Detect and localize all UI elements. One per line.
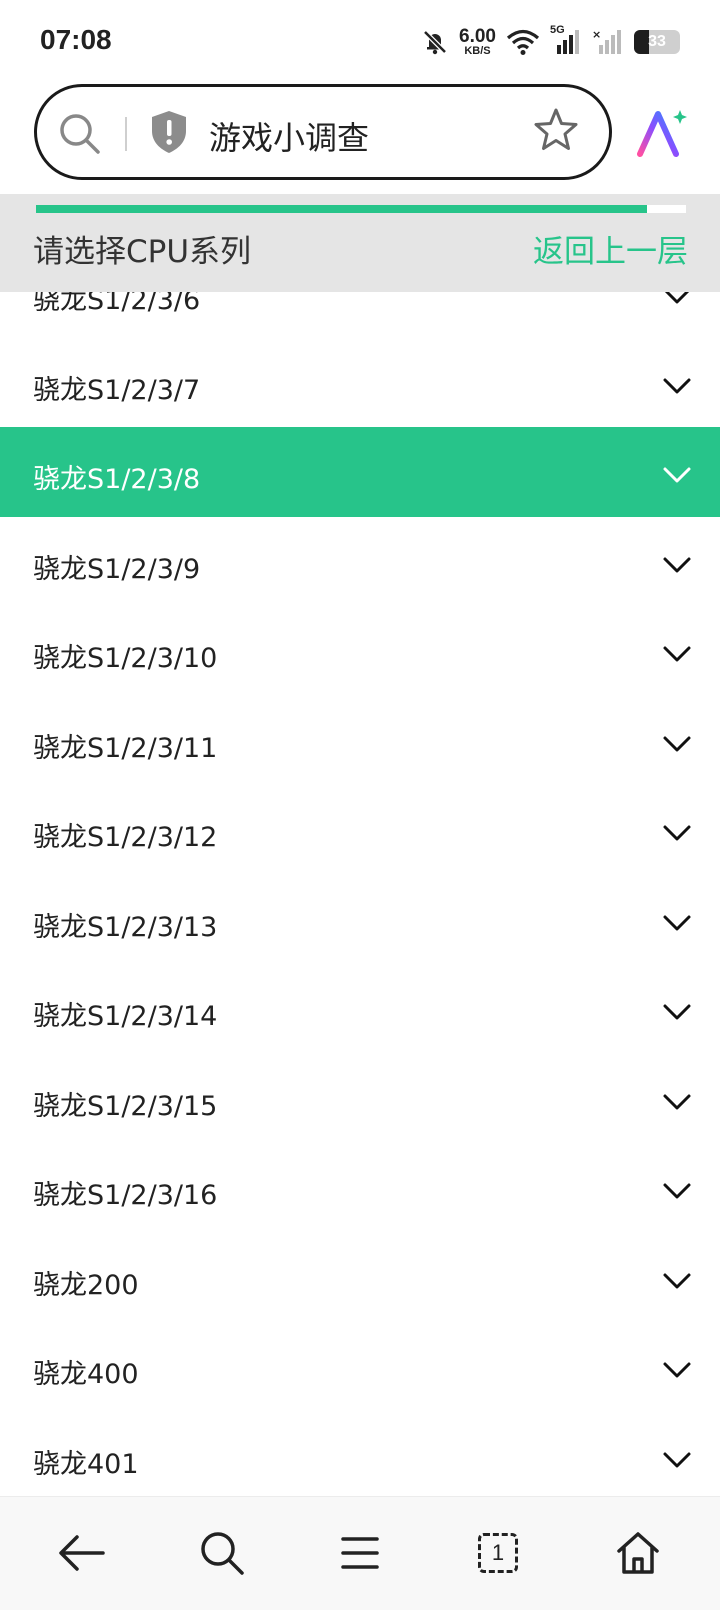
status-bar: 07:08 6.00 KB/S 5G × 33 (0, 0, 720, 84)
list-item[interactable]: 骁龙S1/2/3/11 (0, 695, 720, 785)
list-item-label: 骁龙S1/2/3/13 (33, 911, 218, 943)
list-item[interactable]: 骁龙200 (0, 1232, 720, 1322)
svg-text:×: × (592, 28, 601, 41)
list-item-label: 骁龙S1/2/3/10 (33, 643, 218, 674)
progress-fill (36, 205, 647, 213)
chevron-down-icon (663, 1273, 691, 1288)
chevron-down-icon (663, 915, 691, 930)
net-speed-value: 6.00 (459, 26, 496, 47)
list-item-label: 骁龙S1/2/3/14 (33, 1001, 218, 1032)
list-item[interactable]: 骁龙S1/2/3/12 (0, 785, 720, 875)
nav-search-button[interactable] (192, 1525, 252, 1581)
page-title[interactable]: 游戏小调查 (209, 113, 369, 159)
address-bar[interactable]: 游戏小调查 (34, 84, 612, 180)
progress-bar (36, 205, 686, 213)
list-item-label: 骁龙S1/2/3/7 (33, 374, 201, 406)
net-speed-unit: KB/S (464, 45, 491, 57)
list-item[interactable]: 骁龙401 (0, 1411, 720, 1501)
chevron-down-icon (663, 1183, 691, 1199)
chevron-down-icon (663, 825, 691, 841)
list-item[interactable]: 骁龙S1/2/3/14 (0, 964, 720, 1054)
menu-icon (341, 1537, 379, 1569)
nav-tabs-button[interactable]: 1 (468, 1525, 528, 1581)
chevron-down-icon (663, 1452, 691, 1467)
list-item-label: 骁龙401 (33, 1448, 139, 1480)
status-icons: 6.00 KB/S 5G × 33 (421, 24, 680, 60)
net-speed: 6.00 KB/S (459, 27, 496, 57)
wifi-icon (506, 29, 540, 55)
shield-alert-icon[interactable] (149, 109, 189, 155)
list-item-label: 骁龙S1/2/3/12 (33, 822, 218, 853)
list-header: 请选择CPU系列 返回上一层 (0, 224, 720, 292)
list-item-label: 骁龙S1/2/3/8 (33, 464, 201, 495)
chevron-down-icon (663, 1004, 691, 1020)
list-item[interactable]: 骁龙S1/2/3/16 (0, 1143, 720, 1233)
cpu-series-list: 骁龙S1/2/3/6 骁龙S1/2/3/7 骁龙S1/2/3/8 骁龙S1/2/3/… (0, 248, 720, 1501)
star-icon[interactable] (533, 107, 579, 153)
home-icon (617, 1532, 659, 1574)
chevron-down-icon (663, 378, 691, 393)
list-item[interactable]: 骁龙S1/2/3/10 (0, 606, 720, 696)
bell-muted-icon (423, 30, 447, 55)
list-item[interactable]: 骁龙S1/2/3/9 (0, 516, 720, 606)
chevron-down-icon (663, 557, 691, 572)
list-item[interactable]: 骁龙S1/2/3/7 (0, 337, 720, 427)
list-item-label: 骁龙200 (33, 1269, 139, 1301)
search-icon[interactable] (57, 111, 103, 157)
list-item[interactable]: 骁龙400 (0, 1322, 720, 1412)
chevron-down-icon (663, 736, 691, 751)
battery-icon: 33 (634, 30, 680, 54)
battery-level: 33 (648, 33, 666, 50)
list-item[interactable]: 骁龙S1/2/3/15 (0, 1053, 720, 1143)
search-icon (201, 1532, 244, 1575)
list-item-label: 骁龙S1/2/3/11 (33, 732, 218, 764)
chevron-down-icon (663, 1362, 691, 1378)
signal-no-sim-icon: × (592, 28, 621, 54)
list-item[interactable]: 骁龙S1/2/3/8 (0, 427, 720, 517)
signal-5g-icon: 5G (550, 24, 582, 56)
bottom-nav: 1 (0, 1496, 720, 1610)
nav-back-button[interactable] (52, 1525, 112, 1581)
tabs-icon: 1 (478, 1533, 518, 1573)
nav-home-button[interactable] (608, 1525, 668, 1581)
nav-menu-button[interactable] (330, 1525, 390, 1581)
chevron-down-icon (663, 467, 691, 483)
chevron-down-icon (663, 646, 691, 662)
status-time: 07:08 (40, 24, 112, 55)
list-item-label: 骁龙S1/2/3/15 (33, 1090, 218, 1122)
list-item-label: 骁龙S1/2/3/16 (33, 1180, 218, 1211)
list-item-label: 骁龙400 (33, 1359, 139, 1390)
tab-count: 1 (491, 1540, 505, 1565)
address-divider (125, 117, 127, 151)
list-item-label: 骁龙S1/2/3/9 (33, 553, 201, 585)
header-title: 请选择CPU系列 (33, 234, 252, 270)
back-link[interactable]: 返回上一层 (533, 226, 688, 271)
ai-assistant-icon[interactable] (636, 108, 688, 158)
chevron-down-icon (663, 1094, 691, 1109)
list-item[interactable]: 骁龙S1/2/3/13 (0, 874, 720, 964)
back-arrow-icon (59, 1535, 105, 1571)
